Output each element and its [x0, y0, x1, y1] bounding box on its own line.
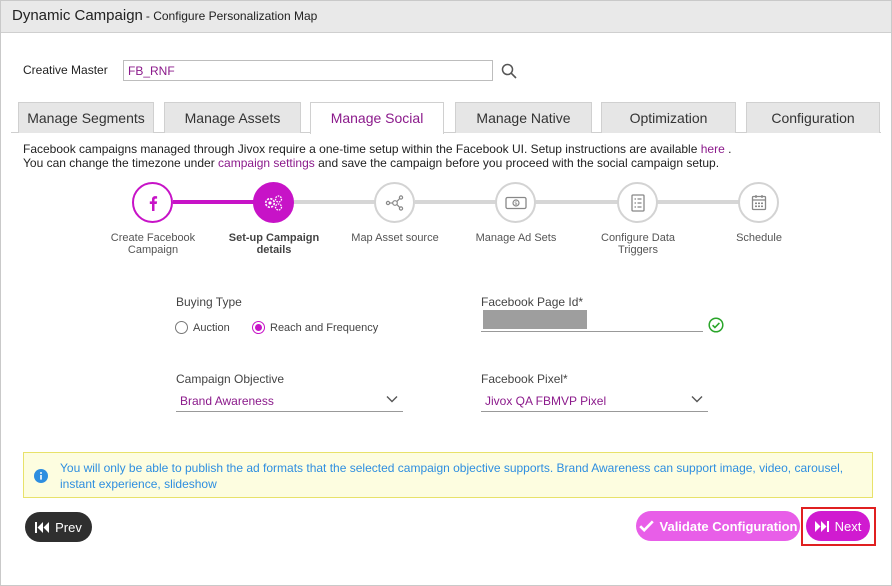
chevron-down-icon	[691, 396, 703, 403]
step-label-schedule: Schedule	[736, 232, 782, 244]
facebook-pixel-label: Facebook Pixel*	[481, 372, 568, 386]
step-connector-2	[293, 200, 377, 204]
radio-reach-and-frequency-dot[interactable]	[252, 321, 265, 334]
radio-reach-and-frequency-label: Reach and Frequency	[270, 321, 379, 334]
setup-stepper: $ Create Facebook Campaign Set-up Campai…	[1, 179, 892, 269]
tab-manage-assets[interactable]: Manage Assets	[164, 102, 301, 133]
info-line1-end: .	[724, 142, 732, 156]
next-button[interactable]: Next	[806, 511, 870, 541]
info-line1-text: Facebook campaigns managed through Jivox…	[23, 142, 701, 156]
here-link[interactable]: here	[701, 142, 725, 156]
info-icon	[34, 469, 48, 483]
calendar-icon	[751, 195, 766, 211]
step-connector-1	[173, 200, 257, 204]
step-connector-4	[535, 200, 619, 204]
tab-configuration[interactable]: Configuration	[746, 102, 880, 133]
search-icon[interactable]	[501, 63, 517, 79]
radio-auction-dot[interactable]	[175, 321, 188, 334]
step-label-setup-campaign-details: Set-up Campaign details	[228, 232, 320, 256]
creative-master-input[interactable]	[123, 60, 493, 81]
campaign-objective-label: Campaign Objective	[176, 372, 285, 386]
facebook-page-id-label: Facebook Page Id*	[481, 295, 584, 309]
skip-back-icon	[35, 521, 50, 533]
step-manage-ad-sets[interactable]: $	[495, 182, 536, 223]
step-label-configure-data-triggers: Configure Data Triggers	[601, 232, 675, 256]
notice-text: You will only be able to publish the ad …	[60, 461, 844, 491]
tab-manage-social[interactable]: Manage Social	[310, 102, 444, 134]
next-button-label: Next	[834, 518, 862, 534]
prev-button[interactable]: Prev	[25, 512, 92, 542]
network-icon	[385, 194, 403, 211]
check-circle-icon	[708, 317, 724, 333]
chevron-down-icon	[386, 396, 398, 403]
step-setup-campaign-details[interactable]	[253, 182, 294, 223]
campaign-objective-value: Brand Awareness	[180, 394, 274, 408]
gears-icon	[264, 194, 282, 211]
tab-manage-segments[interactable]: Manage Segments	[18, 102, 154, 133]
step-label-map-asset-source: Map Asset source	[351, 232, 439, 244]
buying-type-label: Buying Type	[176, 295, 242, 309]
tab-bar: Manage Segments Manage Assets Manage Soc…	[11, 102, 881, 134]
list-icon	[630, 193, 645, 212]
step-create-facebook-campaign[interactable]	[132, 182, 173, 223]
campaign-settings-link[interactable]: campaign settings	[218, 156, 315, 170]
info-line2-end: and save the campaign before you proceed…	[314, 156, 720, 170]
radio-auction[interactable]: Auction	[175, 321, 230, 334]
step-label-manage-ad-sets: Manage Ad Sets	[475, 232, 557, 244]
objective-notice: You will only be able to publish the ad …	[23, 452, 873, 498]
window-title-text: Dynamic Campaign	[12, 7, 143, 24]
radio-auction-label: Auction	[193, 321, 230, 334]
svg-text:$: $	[514, 201, 518, 207]
app-window: Dynamic Campaign - Configure Personalizat…	[0, 0, 892, 586]
prev-button-label: Prev	[55, 519, 82, 535]
step-schedule[interactable]	[738, 182, 779, 223]
step-map-asset-source[interactable]	[374, 182, 415, 223]
title-bar: Dynamic Campaign - Configure Personalizat…	[1, 1, 891, 33]
step-connector-5	[657, 200, 741, 204]
skip-forward-icon	[814, 520, 829, 532]
radio-reach-and-frequency[interactable]: Reach and Frequency	[252, 321, 378, 334]
info-line2-text: You can change the timezone under	[23, 156, 219, 170]
facebook-pixel-value: Jivox QA FBMVP Pixel	[485, 394, 607, 408]
tab-manage-native[interactable]: Manage Native	[455, 102, 592, 133]
facebook-page-id-input[interactable]	[481, 309, 703, 332]
money-icon: $	[504, 196, 527, 209]
window-title: Dynamic Campaign - Configure Personalizat…	[12, 7, 317, 24]
social-setup-info: Facebook campaigns managed through Jivox…	[23, 142, 731, 170]
step-connector-3	[415, 200, 499, 204]
step-configure-data-triggers[interactable]	[617, 182, 658, 223]
facebook-icon	[149, 195, 157, 211]
check-icon	[638, 520, 654, 532]
validate-configuration-label: Validate Configuration	[659, 518, 798, 534]
facebook-pixel-select[interactable]: Jivox QA FBMVP Pixel	[481, 392, 708, 412]
tab-optimization[interactable]: Optimization	[601, 102, 736, 133]
step-label-create-facebook-campaign: Create Facebook Campaign	[110, 232, 196, 256]
campaign-objective-select[interactable]: Brand Awareness	[176, 392, 403, 412]
window-subtitle: - Configure Personalization Map	[145, 9, 318, 23]
creative-master-label: Creative Master	[23, 63, 108, 77]
validate-configuration-button[interactable]: Validate Configuration	[636, 511, 800, 541]
redacted-value	[483, 310, 587, 329]
